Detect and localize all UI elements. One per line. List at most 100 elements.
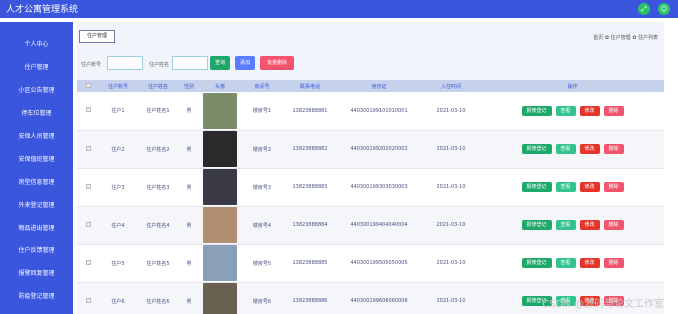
cell-phone: 13823888882: [283, 130, 337, 169]
batch-delete-button[interactable]: 批量删除: [260, 56, 294, 70]
cell-room: 楼房号6: [241, 282, 283, 314]
edit-button[interactable]: 修改: [579, 220, 600, 230]
sidebar-item-room-types[interactable]: 房型信息管理: [0, 177, 73, 186]
row-checkbox[interactable]: [85, 259, 91, 265]
sidebar-item-personal-center[interactable]: 个人中心: [0, 39, 73, 48]
cell-phone: 13823888883: [283, 168, 337, 207]
account-input[interactable]: [107, 56, 143, 70]
cell-name: 住户姓名2: [137, 130, 179, 169]
register-repair-button[interactable]: 报修登记: [521, 182, 552, 192]
edit-button[interactable]: 修改: [579, 258, 600, 268]
breadcrumb: 首页 ✿ 住户管理 ✿ 住户列表: [593, 35, 658, 41]
row-checkbox[interactable]: [85, 145, 91, 151]
user-icon[interactable]: ☺: [658, 3, 670, 15]
residents-table: 住户账号 住户姓名 性别 头像 房间号 联系电话 身份证 入住时间 操作 住户1…: [77, 80, 664, 314]
header-id[interactable]: 身份证: [337, 80, 421, 92]
cell-account: 住户3: [99, 168, 137, 207]
sidebar-item-residents[interactable]: 住户管理: [0, 62, 73, 71]
delete-button[interactable]: 删除: [603, 220, 624, 230]
edit-button[interactable]: 修改: [579, 144, 600, 154]
row-checkbox[interactable]: [85, 107, 91, 113]
header-actions: 操作: [481, 80, 664, 92]
row-checkbox[interactable]: [85, 183, 91, 189]
avatar: [203, 169, 237, 205]
cell-phone: 13823888884: [283, 206, 337, 245]
main-content: 住户管理 首页 ✿ 住户管理 ✿ 住户列表 住户账号 住户姓名 查询 添加 批量…: [77, 22, 664, 314]
table-row: 住户5 住户姓名5 男 楼房号5 13823888885 44030019950…: [77, 244, 664, 283]
header-phone[interactable]: 联系电话: [283, 80, 337, 92]
sidebar-item-announcements[interactable]: 小区公告管理: [0, 85, 73, 94]
register-repair-button[interactable]: 报修登记: [521, 220, 552, 230]
delete-button[interactable]: 删除: [603, 258, 624, 268]
add-button[interactable]: 添加: [235, 56, 255, 70]
sidebar-item-feedback[interactable]: 住户反馈管理: [0, 245, 73, 254]
cell-gender: 男: [179, 244, 199, 283]
row-checkbox[interactable]: [85, 297, 91, 303]
sidebar-item-security-staff[interactable]: 安保人员管理: [0, 131, 73, 140]
cell-account: 住户4: [99, 206, 137, 245]
cell-name: 住户姓名4: [137, 206, 179, 245]
sidebar-item-parking[interactable]: 停车位管理: [0, 108, 73, 117]
cell-name: 住户姓名5: [137, 244, 179, 283]
header-account[interactable]: 住户账号: [99, 80, 137, 92]
expand-icon[interactable]: ⤢: [638, 3, 650, 15]
edit-button[interactable]: 修改: [579, 182, 600, 192]
cell-account: 住户6: [99, 282, 137, 314]
avatar: [203, 283, 237, 314]
cell-phone: 13823888886: [283, 282, 337, 314]
sidebar: 个人中心 住户管理 小区公告管理 停车位管理 安保人员管理 安保值班管理 房型信…: [0, 22, 73, 314]
view-button[interactable]: 查看: [555, 258, 576, 268]
sidebar-item-security-duty[interactable]: 安保值班管理: [0, 154, 73, 163]
tab-residents[interactable]: 住户管理: [79, 30, 115, 43]
view-button[interactable]: 查看: [555, 144, 576, 154]
table-header: 住户账号 住户姓名 性别 头像 房间号 联系电话 身份证 入住时间 操作: [77, 80, 664, 92]
cell-gender: 男: [179, 168, 199, 207]
sidebar-item-visitor-registration[interactable]: 外来登记管理: [0, 200, 73, 209]
header-checkbox[interactable]: [77, 80, 99, 92]
cell-gender: 男: [179, 92, 199, 131]
cell-checkin-date: 2021-03-10: [421, 206, 481, 245]
cell-room: 楼房号5: [241, 244, 283, 283]
cell-name: 住户姓名3: [137, 168, 179, 207]
avatar: [203, 207, 237, 243]
sidebar-item-epidemic-registration[interactable]: 防疫登记管理: [0, 291, 73, 300]
register-repair-button[interactable]: 报修登记: [521, 105, 552, 116]
view-button[interactable]: 查看: [555, 105, 576, 116]
view-button[interactable]: 查看: [555, 220, 576, 230]
delete-button[interactable]: 删除: [603, 144, 624, 154]
cell-checkin-date: 2021-03-10: [421, 244, 481, 283]
delete-button[interactable]: 删除: [603, 105, 624, 116]
header-name[interactable]: 住户姓名: [137, 80, 179, 92]
register-repair-button[interactable]: 报修登记: [521, 258, 552, 268]
cell-gender: 男: [179, 206, 199, 245]
delete-button[interactable]: 删除: [603, 182, 624, 192]
row-checkbox[interactable]: [85, 221, 91, 227]
search-button[interactable]: 查询: [210, 56, 230, 70]
header-gender[interactable]: 性别: [179, 80, 199, 92]
app: 人才公寓管理系统 ⤢ ☺ 个人中心 住户管理 小区公告管理 停车位管理 安保人员…: [0, 0, 678, 314]
table-row: 住户3 住户姓名3 男 楼房号3 13823888883 44030019930…: [77, 168, 664, 207]
cell-gender: 男: [179, 130, 199, 169]
name-input[interactable]: [172, 56, 208, 70]
cell-checkin-date: 2021-03-10: [421, 282, 481, 314]
cell-room: 楼房号4: [241, 206, 283, 245]
cell-phone: 13823888885: [283, 244, 337, 283]
cell-id: 440300199404040004: [337, 206, 421, 245]
edit-button[interactable]: 修改: [579, 105, 600, 116]
sidebar-item-alarm-reply[interactable]: 报警回复管理: [0, 268, 73, 277]
register-repair-button[interactable]: 报修登记: [521, 144, 552, 154]
header-room[interactable]: 房间号: [241, 80, 283, 92]
avatar: [203, 92, 237, 129]
view-button[interactable]: 查看: [555, 182, 576, 192]
avatar: [203, 245, 237, 281]
sidebar-item-goods-in-out[interactable]: 物品进出管理: [0, 223, 73, 232]
cell-phone: 13823888881: [283, 92, 337, 131]
cell-checkin-date: 2021-03-10: [421, 92, 481, 131]
cell-name: 住户姓名1: [137, 92, 179, 131]
cell-id: 440300199303030003: [337, 168, 421, 207]
name-label: 住户姓名: [149, 62, 170, 68]
header-checkin-date[interactable]: 入住时间: [421, 80, 481, 92]
header-avatar: 头像: [199, 80, 241, 92]
cell-checkin-date: 2021-03-10: [421, 168, 481, 207]
table-row: 住户1 住户姓名1 男 楼房号1 13823888881 44030019910…: [77, 92, 664, 131]
